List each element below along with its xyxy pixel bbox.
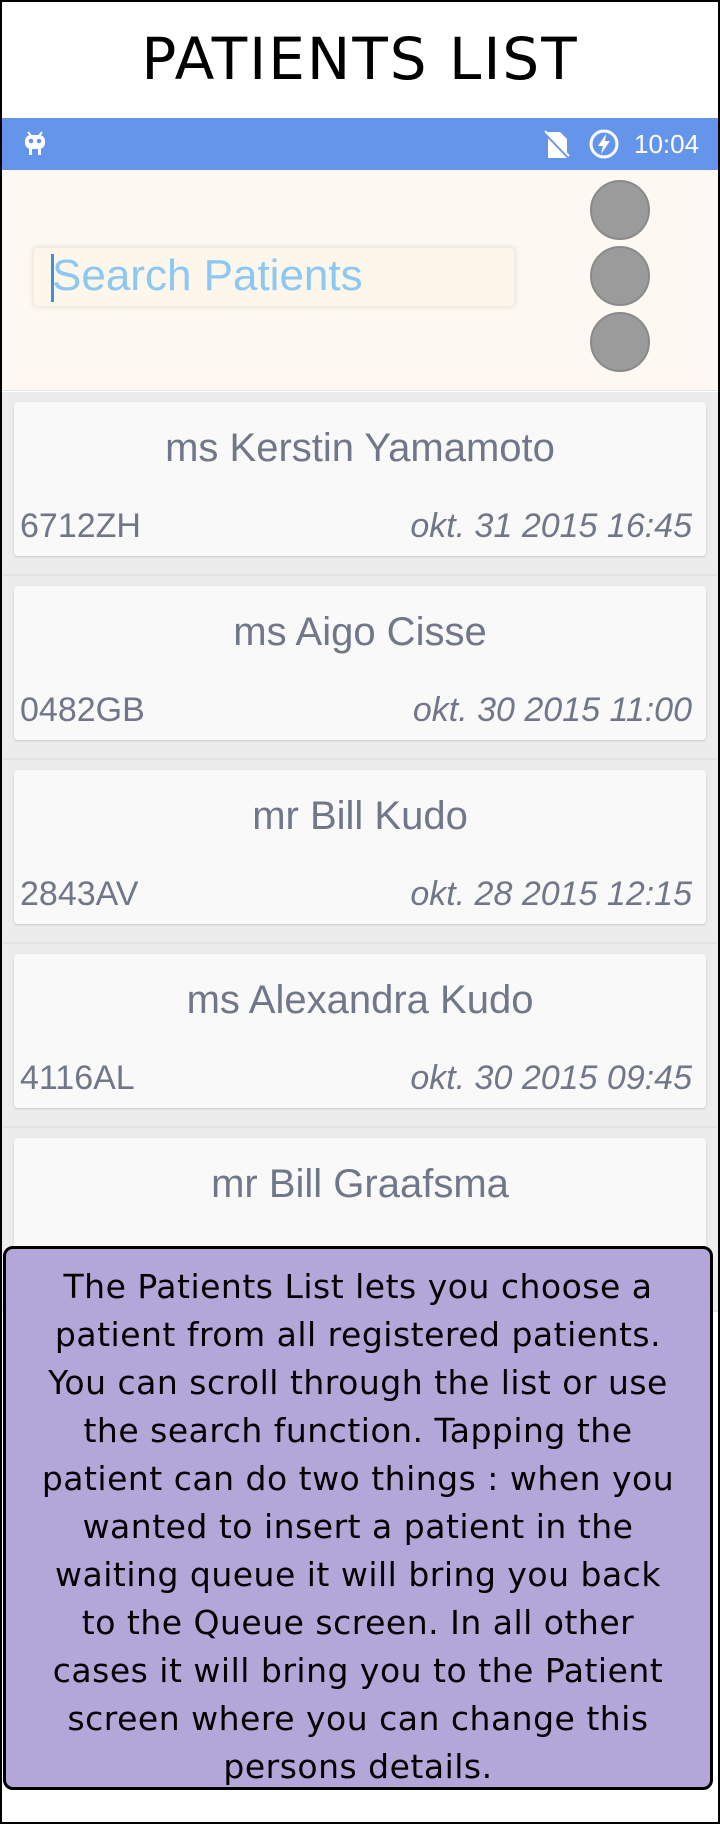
patient-code: 4116AL — [20, 1059, 135, 1097]
patient-name: ms Kerstin Yamamoto — [165, 426, 555, 470]
patient-name: ms Aigo Cisse — [233, 610, 487, 654]
patient-date: okt. 30 2015 09:45 — [410, 1059, 692, 1097]
page-title: PATIENTS LIST — [141, 25, 579, 93]
tooltip-line: to the Queue screen. In all other — [81, 1603, 635, 1642]
patient-date: okt. 30 2015 11:00 — [412, 691, 692, 729]
battery-charging-icon — [588, 128, 620, 164]
tooltip-line: persons details. — [223, 1747, 493, 1786]
search-box[interactable] — [34, 248, 514, 306]
tooltip-line: You can scroll through the list or use — [48, 1363, 668, 1402]
list-item[interactable]: mr Bill Kudo 2843AV okt. 28 2015 12:15 — [2, 760, 718, 944]
tooltip-line: patient can do two things : when you — [41, 1459, 675, 1498]
text-cursor — [51, 254, 54, 302]
patient-card[interactable]: ms Alexandra Kudo 4116AL okt. 30 2015 09… — [14, 954, 706, 1108]
patient-name: mr Bill Kudo — [252, 794, 468, 838]
tooltip-line: screen where you can change this — [67, 1699, 649, 1738]
overflow-menu-icon[interactable] — [590, 246, 650, 306]
patient-card[interactable]: mr Bill Kudo 2843AV okt. 28 2015 12:15 — [14, 770, 706, 924]
patient-code: 6712ZH — [20, 507, 141, 545]
overflow-menu-icon[interactable] — [590, 180, 650, 240]
patient-code: 0482GB — [20, 691, 145, 729]
tooltip-line: wanted to insert a patient in the — [82, 1507, 634, 1546]
patient-card[interactable]: ms Aigo Cisse 0482GB okt. 30 2015 11:00 — [14, 586, 706, 740]
tooltip-line: waiting queue it will bring you back — [55, 1555, 661, 1594]
tooltip-line: the search function. Tapping the — [83, 1411, 633, 1450]
patient-name: mr Bill Graafsma — [211, 1162, 509, 1206]
patient-date: okt. 28 2015 12:15 — [410, 875, 692, 913]
patient-date: okt. 31 2015 16:45 — [410, 507, 692, 545]
search-toolbar — [2, 170, 718, 391]
patient-list[interactable]: ms Kerstin Yamamoto 6712ZH okt. 31 2015 … — [2, 392, 718, 1312]
tooltip-line: The Patients List lets you choose a — [63, 1267, 653, 1306]
list-item[interactable]: ms Alexandra Kudo 4116AL okt. 30 2015 09… — [2, 944, 718, 1128]
overflow-menu-icon[interactable] — [590, 312, 650, 372]
patient-code: 2843AV — [20, 875, 139, 913]
patient-name: ms Alexandra Kudo — [186, 978, 534, 1022]
help-tooltip: The Patients List lets you choose a pati… — [3, 1246, 713, 1790]
android-icon — [24, 131, 46, 161]
no-sim-icon — [543, 130, 571, 164]
status-time: 10:04 — [634, 129, 700, 159]
search-input[interactable] — [52, 250, 502, 302]
tooltip-line: cases it will bring you to the Patient — [52, 1651, 664, 1690]
list-item[interactable]: ms Aigo Cisse 0482GB okt. 30 2015 11:00 — [2, 576, 718, 760]
list-item[interactable]: ms Kerstin Yamamoto 6712ZH okt. 31 2015 … — [2, 392, 718, 576]
tooltip-line: patient from all registered patients. — [54, 1315, 662, 1354]
status-bar: 10:04 — [2, 118, 718, 170]
patient-card[interactable]: ms Kerstin Yamamoto 6712ZH okt. 31 2015 … — [14, 402, 706, 556]
